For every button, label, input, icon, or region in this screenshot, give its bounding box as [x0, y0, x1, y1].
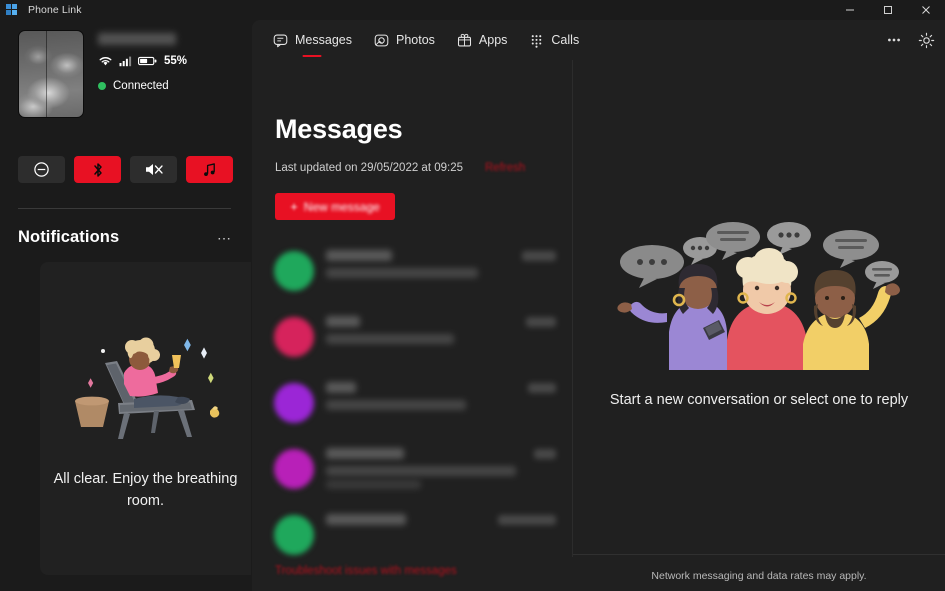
status-indicator-dot: [98, 82, 106, 90]
window-controls: [831, 0, 945, 20]
tab-photos[interactable]: Photos: [363, 20, 446, 60]
connection-status-label: Connected: [113, 80, 169, 92]
refresh-link[interactable]: Refresh: [485, 162, 525, 174]
sidebar: 55% Connected Notifications ⋯ All clear.…: [0, 20, 252, 591]
device-name-redacted: [98, 33, 176, 45]
close-icon: [922, 6, 930, 14]
tab-calls-label: Calls: [551, 33, 580, 47]
maximize-icon: [884, 6, 892, 14]
do-not-disturb-icon: [34, 162, 49, 177]
wifi-icon: [99, 57, 112, 66]
tab-apps[interactable]: Apps: [446, 20, 519, 60]
conversation-timestamp-redacted: [526, 317, 556, 327]
messages-content: Messages Last updated on 29/05/2022 at 0…: [252, 60, 945, 591]
window-title: Phone Link: [28, 4, 82, 16]
conversation-list-pane: Messages Last updated on 29/05/2022 at 0…: [252, 60, 572, 591]
detail-empty-text: Start a new conversation or select one t…: [609, 392, 909, 408]
conversation-timestamp-redacted: [528, 383, 556, 393]
conversation-preview-line2-redacted: [326, 480, 421, 489]
do-not-disturb-button[interactable]: [18, 156, 65, 183]
tab-calls[interactable]: Calls: [518, 20, 590, 60]
title-bar: Phone Link: [0, 0, 945, 20]
conversation-list-item[interactable]: [264, 436, 564, 502]
tab-bar-actions: [879, 20, 941, 60]
page-title: Messages: [275, 114, 403, 144]
last-updated-label: Last updated on 29/05/2022 at 09:25: [275, 162, 463, 174]
mute-button[interactable]: [130, 156, 177, 183]
notifications-title: Notifications: [18, 228, 120, 246]
tab-messages-label: Messages: [295, 33, 352, 47]
tab-messages[interactable]: Messages: [262, 20, 363, 60]
list-footer: Troubleshoot issues with messages: [252, 555, 572, 591]
gear-icon[interactable]: [911, 25, 941, 55]
conversation-avatar: [274, 251, 314, 291]
conversation-contact-name-redacted: [326, 514, 406, 525]
notifications-empty-state: All clear. Enjoy the breathing room.: [40, 262, 251, 575]
conversation-list-item[interactable]: [264, 370, 564, 436]
conversation-avatar: [274, 317, 314, 357]
three-people-chatting-illustration: [607, 210, 911, 370]
conversation-list: [264, 238, 564, 568]
device-status-icons: 55%: [98, 55, 187, 67]
troubleshoot-link[interactable]: Troubleshoot issues with messages: [275, 565, 457, 577]
notifications-empty-text: All clear. Enjoy the breathing room.: [53, 471, 238, 509]
apps-grid-icon: [457, 33, 472, 48]
conversation-preview-redacted: [326, 466, 516, 476]
bluetooth-button[interactable]: [74, 156, 121, 183]
phone-wallpaper-thumbnail[interactable]: [18, 30, 84, 118]
notifications-header: Notifications ⋯: [18, 228, 232, 247]
conversation-contact-name-redacted: [326, 448, 404, 459]
maximize-button[interactable]: [869, 0, 907, 20]
conversation-contact-name-redacted: [326, 316, 360, 327]
conversation-avatar: [274, 449, 314, 489]
music-note-icon: [204, 162, 215, 176]
dial-pad-icon: [529, 33, 544, 48]
minimize-icon: [846, 9, 854, 11]
cellular-signal-icon: [119, 56, 132, 67]
battery-level: 55%: [164, 55, 188, 67]
phone-link-logo-icon: [6, 4, 18, 16]
conversation-timestamp-redacted: [498, 515, 556, 525]
media-button[interactable]: [186, 156, 233, 183]
close-button[interactable]: [907, 0, 945, 20]
sidebar-divider: [18, 208, 231, 209]
plus-icon: +: [290, 199, 298, 214]
new-message-label: New message: [303, 199, 380, 214]
conversation-timestamp-redacted: [522, 251, 556, 261]
main-panel: Messages Photos Apps Calls Messages Last…: [252, 20, 945, 591]
bluetooth-icon: [93, 162, 102, 177]
volume-mute-icon: [145, 164, 163, 175]
quick-actions: [18, 156, 233, 183]
detail-footer-note: Network messaging and data rates may app…: [651, 570, 867, 582]
tab-photos-label: Photos: [395, 33, 435, 47]
photo-icon: [374, 33, 389, 48]
phone-link-window: Phone Link 55% Connected Notifications ⋯…: [0, 0, 945, 591]
conversation-contact-name-redacted: [326, 382, 356, 393]
tab-bar: Messages Photos Apps Calls: [252, 20, 945, 60]
conversation-list-item[interactable]: [264, 238, 564, 304]
notifications-more-options-icon[interactable]: ⋯: [217, 231, 232, 245]
conversation-preview-redacted: [326, 400, 466, 410]
conversation-avatar: [274, 383, 314, 423]
device-connection-status: Connected: [98, 80, 169, 92]
conversation-preview-redacted: [326, 268, 478, 278]
device-summary: 55% Connected: [18, 30, 238, 130]
tab-apps-label: Apps: [478, 33, 508, 47]
message-bubble-icon: [273, 33, 288, 48]
conversation-list-item[interactable]: [264, 304, 564, 370]
conversation-contact-name-redacted: [326, 250, 392, 261]
new-message-button[interactable]: + New message: [275, 193, 395, 220]
last-updated-row: Last updated on 29/05/2022 at 09:25 Refr…: [275, 162, 525, 174]
conversation-timestamp-redacted: [534, 449, 556, 459]
conversation-detail-pane: Start a new conversation or select one t…: [573, 60, 945, 591]
person-relaxing-on-lounge-chair-illustration: [62, 325, 230, 457]
minimize-button[interactable]: [831, 0, 869, 20]
battery-icon: [138, 56, 157, 66]
more-options-icon[interactable]: [879, 25, 909, 55]
conversation-avatar: [274, 515, 314, 555]
conversation-preview-redacted: [326, 334, 454, 344]
